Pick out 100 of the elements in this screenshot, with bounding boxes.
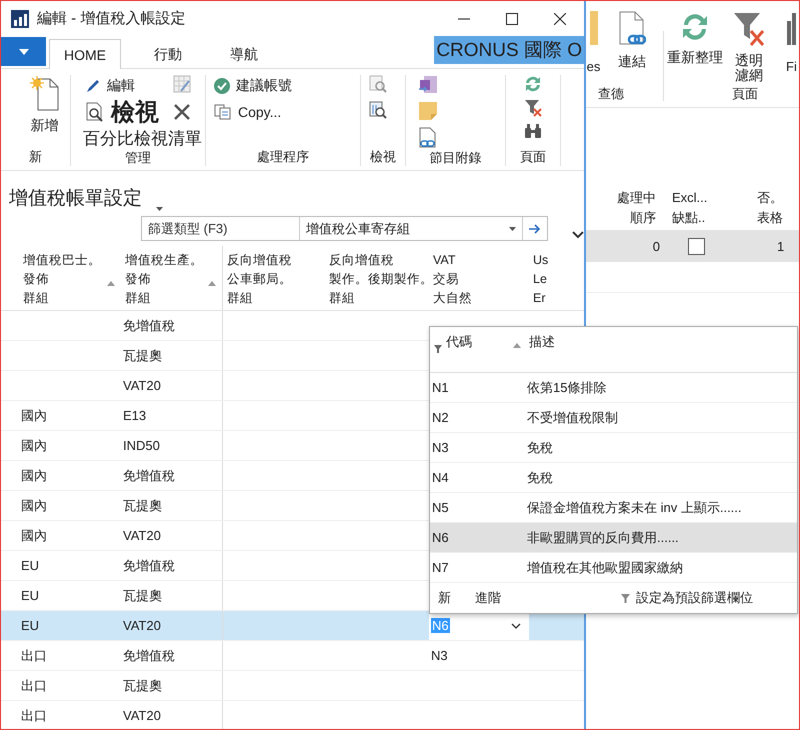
lookup-row[interactable]: N3 免稅 (430, 433, 797, 463)
table-cell: 出口 (21, 676, 47, 694)
table-cell-text: N2 (431, 410, 450, 425)
table-cell: 瓦提奧 (123, 346, 162, 364)
set-default-filter-button[interactable]: 設定為預設篩選欄位 (621, 589, 753, 607)
caret-icon[interactable] (156, 207, 163, 211)
filter-field-dropdown[interactable]: 增值稅公車寄存組 (300, 217, 524, 240)
table-cell-text: 免稅 (526, 438, 554, 456)
lookup-row[interactable]: N6 非歐盟購買的反向費用...... (430, 523, 797, 553)
column-header[interactable]: Excl... 缺點.. (666, 188, 751, 230)
ribbon-tab[interactable]: HOME (49, 39, 121, 69)
magnifier-document-icon (85, 102, 105, 122)
filter-icon[interactable] (434, 345, 442, 353)
ribbon-group-label: 節目附錄 (428, 149, 482, 167)
suggest-account-button[interactable]: 建議帳號 (214, 75, 360, 97)
table-cell: 免增值稅 (123, 646, 175, 664)
ribbon-group-label: 查德 (597, 85, 625, 103)
table-cell: 國內 (21, 466, 47, 484)
column-header[interactable]: 增值稅生產。 發佈 群組 (125, 251, 203, 308)
table-row[interactable]: EU VAT20 N6 (1, 611, 584, 641)
lookup-row[interactable]: N1 依第15條排除 (430, 373, 797, 403)
percent-view-list-button[interactable]: 百分比檢視清單 (83, 127, 205, 149)
linked-document-icon[interactable] (418, 127, 438, 149)
new-link[interactable]: 新 (438, 589, 451, 607)
column-header[interactable]: VAT 交易 大自然 (433, 251, 472, 308)
table-row[interactable]: 出口 免增值稅 N3 (1, 641, 584, 671)
table-cell: EU (21, 558, 40, 573)
table-row[interactable]: 出口 VAT20 (1, 701, 584, 729)
table-cell-text: N3 (431, 440, 450, 455)
notebook-icon[interactable] (418, 75, 438, 95)
edit-list-icon[interactable] (173, 75, 191, 93)
copy-button[interactable]: Copy... (214, 101, 360, 123)
table-cell: IND50 (123, 438, 160, 453)
binoculars-icon[interactable] (524, 123, 542, 139)
table-cell: VAT20 (123, 618, 161, 633)
chevron-down-icon[interactable] (511, 622, 521, 628)
lookup-row[interactable]: N7 增值稅在其他歐盟國家繳納 (430, 553, 797, 583)
checkbox[interactable] (688, 238, 705, 254)
table-cell: 免增值稅 (123, 316, 175, 334)
column-header[interactable]: 反向增值稅 公車郵局。 群組 (227, 251, 292, 308)
ribbon-tab[interactable]: 導航 (215, 40, 273, 68)
company-name: CRONUS 國際 O (434, 36, 584, 64)
filter-icon (621, 594, 630, 602)
lookup-row[interactable]: N4 免稅 (430, 463, 797, 493)
table-cell-text: 0 (652, 238, 661, 254)
view-button[interactable]: 檢視 (85, 101, 159, 123)
pencil-icon (85, 78, 101, 94)
chart-icon[interactable] (786, 11, 797, 45)
column-header[interactable]: 否。 表格 (751, 188, 799, 230)
new-button[interactable]: 新增 (19, 75, 70, 135)
table-cell: 國內 (21, 406, 47, 424)
table-cell: 國內 (21, 496, 47, 514)
check-circle-icon (214, 78, 230, 94)
column-header[interactable]: 處理中 順序 (586, 188, 666, 230)
edit-button[interactable]: 編輯 (85, 75, 135, 97)
ribbon-action-label[interactable]: es (586, 59, 600, 74)
lookup-row[interactable]: N2 不受增值稅限制 (430, 403, 797, 433)
sort-arrow-icon[interactable] (107, 281, 115, 286)
table-cell-text: 1 (776, 238, 786, 254)
table-cell: VAT20 (123, 378, 161, 393)
ribbon-action-label[interactable]: Fi (786, 59, 797, 74)
table-cell-text: N7 (431, 560, 450, 575)
table-cell-text: N5 (431, 500, 450, 515)
find-icon[interactable] (369, 75, 387, 93)
table-cell: 瓦提奧 (123, 676, 162, 694)
table-cell: 免增值稅 (123, 466, 175, 484)
table-row[interactable]: 出口 瓦提奧 (1, 671, 584, 701)
link-button[interactable]: 連結 (618, 53, 646, 71)
advanced-link[interactable]: 進階 (475, 589, 501, 607)
linked-document-icon[interactable] (618, 11, 646, 47)
copy-icon (214, 104, 232, 120)
sort-arrow-icon[interactable] (208, 281, 216, 286)
collapse-chevron-icon[interactable] (572, 230, 584, 238)
delete-icon[interactable] (173, 103, 191, 121)
clear-filter-icon[interactable] (524, 99, 542, 117)
table-cell-text: N4 (431, 470, 450, 485)
sort-arrow-icon[interactable] (513, 343, 521, 348)
column-header[interactable]: Us Le Er (533, 251, 548, 308)
table-cell-text: 免稅 (526, 468, 554, 486)
ribbon-group-label: 檢視 (369, 148, 397, 166)
arrow-right-icon[interactable] (529, 224, 542, 234)
caret-icon[interactable] (509, 226, 516, 230)
filter-bar[interactable]: 篩選類型 (F3) 增值稅公車寄存組 (141, 216, 548, 241)
table-cell: EU (21, 588, 40, 603)
view-list-icon[interactable] (369, 101, 387, 119)
table-cell: EU (21, 618, 40, 633)
table-cell: 出口 (21, 706, 47, 724)
clear-filter-button[interactable]: 透明 濾網 (735, 53, 763, 83)
column-header[interactable]: 增值稅巴士。 發佈 群組 (23, 251, 101, 308)
ribbon-group-label: 新 (28, 148, 43, 166)
refresh-icon[interactable] (524, 75, 542, 93)
table-cell: 國內 (21, 526, 47, 544)
table-cell: 瓦提奧 (123, 496, 162, 514)
app-menu-button[interactable] (1, 37, 46, 66)
clear-filter-icon[interactable] (733, 11, 765, 47)
ribbon-group-label: 頁面 (519, 148, 547, 166)
column-header[interactable]: 反向增值稅 製作。後期製作。 群組 (329, 251, 433, 308)
table-cell: 出口 (21, 646, 47, 664)
ribbon-tab[interactable]: 行動 (139, 40, 197, 68)
refresh-button[interactable]: 重新整理 (667, 49, 723, 67)
